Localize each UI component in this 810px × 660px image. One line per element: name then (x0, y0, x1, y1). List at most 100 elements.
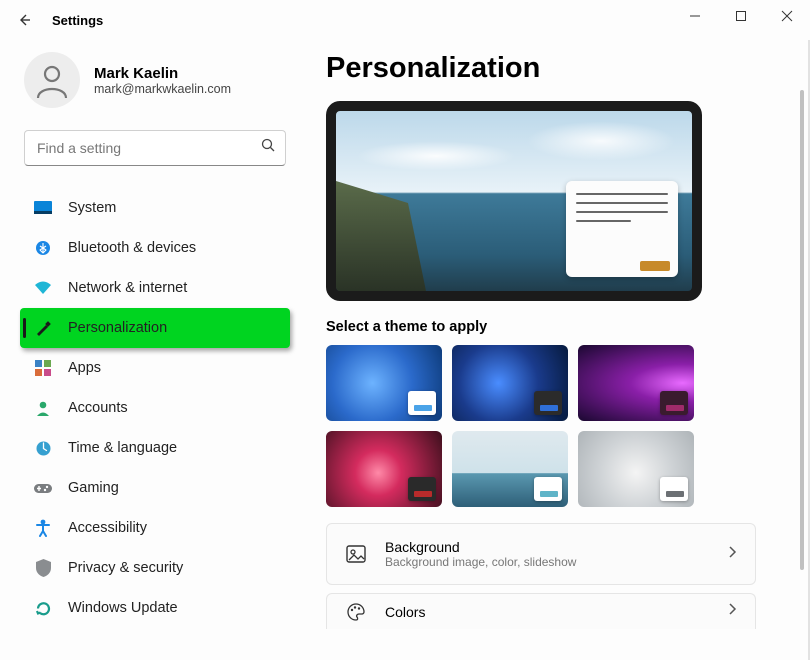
mock-line (576, 193, 668, 195)
avatar (24, 52, 80, 108)
setting-title: Background (385, 539, 576, 555)
gaming-icon (34, 479, 52, 497)
search-icon (261, 138, 276, 158)
preview-cloud (356, 141, 516, 171)
nav-accessibility[interactable]: Accessibility (20, 508, 290, 548)
user-account-block[interactable]: Mark Kaelin mark@markwkaelin.com (20, 52, 290, 108)
theme-option-6[interactable] (578, 431, 694, 507)
mock-line (576, 202, 668, 204)
theme-chip (408, 477, 436, 501)
globe-clock-icon (34, 439, 52, 457)
theme-chip (660, 391, 688, 415)
close-button[interactable] (764, 0, 810, 32)
accent-swatch (414, 405, 432, 411)
titlebar: Settings (0, 0, 810, 40)
search-input[interactable] (24, 130, 286, 166)
nav-list: System Bluetooth & devices Network & int… (20, 188, 290, 628)
close-icon (781, 10, 793, 22)
nav-privacy[interactable]: Privacy & security (20, 548, 290, 588)
maximize-button[interactable] (718, 0, 764, 32)
scrollbar[interactable] (800, 90, 804, 570)
update-icon (34, 599, 52, 617)
setting-subtitle: Background image, color, slideshow (385, 555, 576, 569)
accent-swatch (540, 491, 558, 497)
nav-system[interactable]: System (20, 188, 290, 228)
theme-option-5[interactable] (452, 431, 568, 507)
accent-swatch (540, 405, 558, 411)
user-name: Mark Kaelin (94, 65, 231, 82)
accent-swatch (666, 491, 684, 497)
nav-label: Gaming (68, 480, 119, 496)
nav-accounts[interactable]: Accounts (20, 388, 290, 428)
sidebar: Mark Kaelin mark@markwkaelin.com System … (0, 40, 300, 660)
nav-apps[interactable]: Apps (20, 348, 290, 388)
theme-grid (326, 345, 810, 507)
nav-label: Accounts (68, 400, 128, 416)
content-area: Mark Kaelin mark@markwkaelin.com System … (0, 40, 810, 660)
theme-option-4[interactable] (326, 431, 442, 507)
window-title: Settings (52, 13, 103, 28)
accent-swatch (414, 491, 432, 497)
mock-line (576, 211, 668, 213)
shield-icon (34, 559, 52, 577)
theme-chip (534, 391, 562, 415)
paintbrush-icon (34, 319, 52, 337)
preview-cloud (526, 121, 676, 161)
nav-windows-update[interactable]: Windows Update (20, 588, 290, 628)
theme-section-label: Select a theme to apply (326, 319, 810, 335)
nav-personalization[interactable]: Personalization (20, 308, 290, 348)
user-info: Mark Kaelin mark@markwkaelin.com (94, 65, 231, 96)
setting-text: Background Background image, color, slid… (385, 539, 576, 569)
nav-bluetooth[interactable]: Bluetooth & devices (20, 228, 290, 268)
apps-icon (34, 359, 52, 377)
arrow-left-icon (16, 12, 32, 28)
maximize-icon (735, 10, 747, 22)
preview-window-mock (566, 181, 678, 277)
desktop-preview (326, 101, 702, 301)
theme-chip (408, 391, 436, 415)
palette-icon (345, 601, 367, 623)
accessibility-icon (34, 519, 52, 537)
settings-window: Settings Mark Kaelin mark@markwkaelin.co… (0, 0, 810, 660)
search-wrap (20, 130, 290, 166)
theme-option-2[interactable] (452, 345, 568, 421)
mock-line (576, 220, 631, 222)
setting-background[interactable]: Background Background image, color, slid… (326, 523, 756, 585)
nav-label: System (68, 200, 116, 216)
nav-label: Apps (68, 360, 101, 376)
setting-colors[interactable]: Colors (326, 593, 756, 629)
accent-chip (640, 261, 670, 271)
back-button[interactable] (8, 4, 40, 36)
accent-swatch (666, 405, 684, 411)
user-email: mark@markwkaelin.com (94, 82, 231, 96)
nav-label: Bluetooth & devices (68, 240, 196, 256)
window-controls (672, 0, 810, 32)
nav-time-language[interactable]: Time & language (20, 428, 290, 468)
wifi-icon (34, 279, 52, 297)
setting-text: Colors (385, 604, 425, 620)
nav-label: Network & internet (68, 280, 187, 296)
nav-gaming[interactable]: Gaming (20, 468, 290, 508)
minimize-icon (689, 10, 701, 22)
nav-label: Windows Update (68, 600, 178, 616)
preview-cliff (336, 181, 426, 291)
theme-option-1[interactable] (326, 345, 442, 421)
account-icon (34, 399, 52, 417)
display-icon (34, 199, 52, 217)
setting-title: Colors (385, 604, 425, 620)
nav-label: Privacy & security (68, 560, 183, 576)
chevron-right-icon (727, 602, 737, 621)
main-panel: Personalization Select a theme to apply (300, 40, 810, 660)
nav-network[interactable]: Network & internet (20, 268, 290, 308)
minimize-button[interactable] (672, 0, 718, 32)
page-title: Personalization (326, 52, 810, 85)
person-icon (32, 60, 72, 100)
picture-icon (345, 543, 367, 565)
theme-chip (534, 477, 562, 501)
nav-label: Accessibility (68, 520, 147, 536)
theme-option-3[interactable] (578, 345, 694, 421)
nav-label: Personalization (68, 320, 167, 336)
nav-label: Time & language (68, 440, 177, 456)
theme-chip (660, 477, 688, 501)
bluetooth-icon (34, 239, 52, 257)
